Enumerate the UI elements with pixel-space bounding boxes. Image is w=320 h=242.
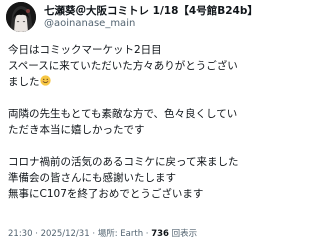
- smiling-face-emoji-icon: [39, 75, 51, 86]
- tweet-line: 今日はコミックマーケット2日目: [8, 44, 162, 56]
- author-display-name[interactable]: 七瀬葵＠大阪コミトレ 1/18【4号館B24b】: [44, 3, 258, 18]
- views-label: 回表示: [171, 229, 198, 239]
- tweet-line: コロナ禍前の活気のあるコミケに戻って来ました: [8, 156, 239, 168]
- meta-separator: · 場所:: [92, 229, 121, 239]
- tweet-header: 七瀬葵＠大阪コミトレ 1/18【4号館B24b】 @aoinanase_main: [6, 2, 258, 36]
- tweet-line: スペースに来ていただいた方々ありがとうござい: [8, 60, 238, 72]
- author-handle[interactable]: @aoinanase_main: [44, 18, 135, 29]
- tweet-line: 無事にC107を終了おめでとうございます: [8, 188, 204, 200]
- avatar[interactable]: [6, 2, 36, 32]
- avatar-image-icon: [6, 2, 36, 32]
- tweet-line-with-emoji: ました: [8, 74, 248, 90]
- tweet-line: 両隣の先生もとても素敵な方で、色々良くしてい: [8, 108, 238, 120]
- views-count: 736: [151, 229, 169, 239]
- tweet-meta: 21:30 · 2025/12/31 · 場所: Earth · 736 回表示: [8, 227, 197, 239]
- tweet-time[interactable]: 21:30: [8, 229, 33, 239]
- tweet-line: 準備会の皆さんにも感謝いたします: [8, 172, 176, 184]
- tweet-body: 今日はコミックマーケット2日目 スペースに来ていただいた方々ありがとうござい ま…: [8, 42, 248, 202]
- tweet-date[interactable]: 2025/12/31: [41, 229, 90, 239]
- tweet-location: Earth: [120, 229, 144, 239]
- tweet-line-text: ました: [8, 76, 40, 88]
- tweet-line: ただき本当に嬉しかったです: [8, 124, 145, 136]
